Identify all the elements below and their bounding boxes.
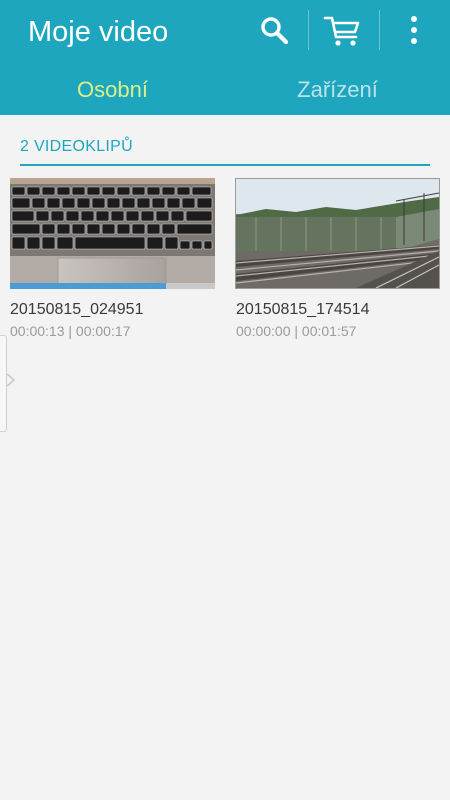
video-duration: 00:00:13 | 00:00:17 — [10, 323, 131, 339]
video-title: 20150815_174514 — [236, 301, 370, 318]
video-thumbnail[interactable] — [235, 178, 440, 289]
search-icon — [261, 17, 289, 45]
video-title: 20150815_024951 — [10, 301, 144, 318]
divider — [308, 10, 309, 50]
more-vertical-icon — [411, 16, 417, 44]
more-options-button[interactable] — [388, 6, 440, 54]
section-divider — [20, 164, 430, 166]
shopping-cart-icon — [323, 16, 360, 46]
keyboard-thumbnail-image — [10, 178, 215, 289]
chevron-right-icon — [6, 373, 16, 387]
page-title: Moje video — [28, 16, 169, 48]
divider — [379, 10, 380, 50]
playback-progress-bar — [10, 283, 215, 289]
railway-thumbnail-image — [236, 179, 439, 288]
video-duration: 00:00:00 | 00:01:57 — [236, 323, 357, 339]
app-bar: Moje video Osobní Zařízení — [0, 0, 450, 115]
video-thumbnail[interactable] — [10, 178, 215, 289]
tab-osobni[interactable]: Osobní — [0, 72, 225, 108]
search-button[interactable] — [248, 6, 300, 54]
tab-zarizeni[interactable]: Zařízení — [225, 72, 450, 108]
store-button[interactable] — [317, 6, 369, 54]
video-count-header: 2 VIDEOKLIPŮ — [20, 138, 133, 155]
playback-progress-fill — [10, 283, 166, 289]
